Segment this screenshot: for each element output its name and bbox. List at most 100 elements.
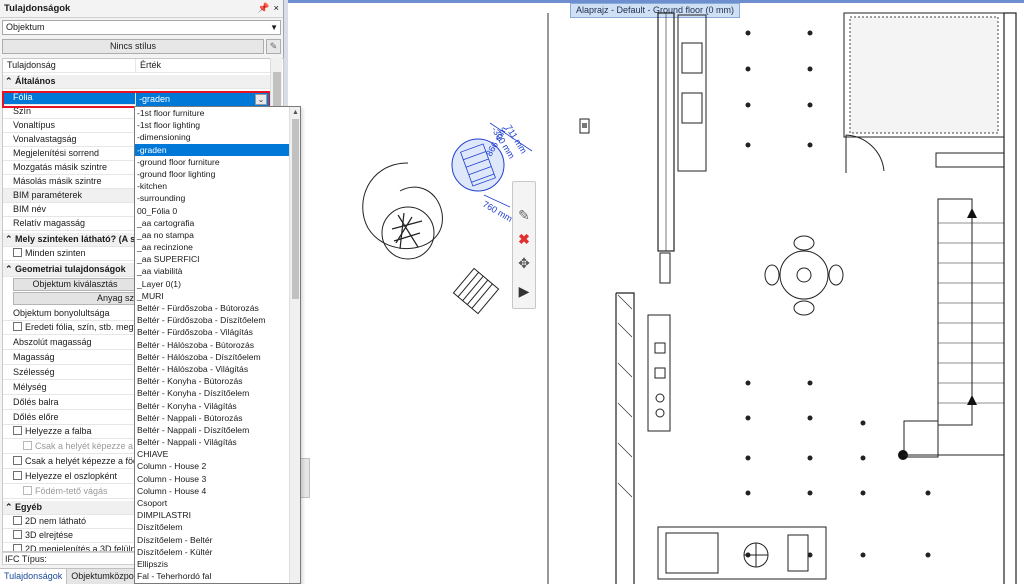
checkbox[interactable] <box>13 471 22 480</box>
move-arrows-icon[interactable]: ✥ <box>513 252 535 274</box>
dropdown-item[interactable]: CHIAVE <box>135 448 289 460</box>
dropdown-item[interactable]: -kitchen <box>135 180 289 192</box>
dropdown-item[interactable]: Column - House 4 <box>135 485 289 497</box>
delete-x-icon[interactable]: ✖ <box>513 228 535 250</box>
checkbox[interactable] <box>13 530 22 539</box>
dropdown-item[interactable]: _aa no stampa <box>135 229 289 241</box>
collapse-icon[interactable]: ⌃ <box>5 502 15 512</box>
checkbox[interactable] <box>13 322 22 331</box>
dropdown-item[interactable]: Beltér - Nappali - Bútorozás <box>135 412 289 424</box>
checkbox[interactable] <box>13 516 22 525</box>
folia-value: -graden <box>139 94 171 104</box>
layer-dropdown-list[interactable]: -1st floor furniture -1st floor lighting -… <box>134 106 301 584</box>
object-type-value: Objektum <box>6 22 45 32</box>
dropdown-item[interactable]: Díszítőelem - Kültér <box>135 546 289 558</box>
dropdown-items: -1st floor furniture -1st floor lighting -… <box>135 107 300 582</box>
material-button[interactable]: Anyag sz <box>13 292 137 305</box>
dropdown-scrollbar[interactable]: ▲ <box>289 107 300 583</box>
dropdown-item[interactable]: _MURI <box>135 290 289 302</box>
dropdown-item[interactable]: -graden <box>135 143 289 156</box>
prop-label: Magasság <box>3 351 136 364</box>
checkbox[interactable] <box>13 456 22 465</box>
pin-icon[interactable]: 📌 <box>258 3 270 14</box>
dropdown-item[interactable]: Column - House 2 <box>135 460 289 472</box>
checkbox[interactable] <box>13 426 22 435</box>
category-general[interactable]: ⌃ Általános <box>3 75 271 89</box>
object-type-select[interactable]: Objektum ▼ <box>2 20 281 35</box>
dropdown-item[interactable]: Díszítőelem - Beltér <box>135 534 289 546</box>
dropdown-item[interactable]: Beltér - Nappali - Világítás <box>135 436 289 448</box>
tab-properties[interactable]: Tulajdonságok <box>0 569 68 584</box>
checkbox[interactable] <box>23 441 32 450</box>
panel-title-bar: Tulajdonságok 📌 × <box>0 0 283 18</box>
dropdown-item[interactable]: Beltér - Konyha - Bútorozás <box>135 375 289 387</box>
dropdown-item[interactable]: -1st floor lighting <box>135 119 289 131</box>
pencil-icon[interactable]: ✎ <box>513 204 535 226</box>
prop-label: Objektum bonyolultsága <box>3 307 136 320</box>
prop-label: BIM paraméterek <box>3 189 136 202</box>
dropdown-item[interactable]: Beltér - Fürdőszoba - Díszítőelem <box>135 314 289 326</box>
close-icon[interactable]: × <box>273 3 279 14</box>
checkbox[interactable] <box>23 486 32 495</box>
edit-style-icon[interactable]: ✎ <box>266 39 281 54</box>
scroll-up-icon[interactable]: ▲ <box>292 109 299 116</box>
select-object-button[interactable]: Objektum kiválasztás <box>13 278 137 291</box>
style-button[interactable]: Nincs stílus <box>2 39 264 54</box>
collapse-icon[interactable]: ⌃ <box>5 264 15 274</box>
scrollbar-thumb[interactable] <box>292 119 299 299</box>
dropdown-item[interactable]: 00_Fólia 0 <box>135 205 289 217</box>
dropdown-item[interactable]: Beltér - Hálószoba - Bútorozás <box>135 339 289 351</box>
dropdown-item[interactable]: DIMPILASTRI <box>135 509 289 521</box>
dropdown-item[interactable]: -surrounding <box>135 192 289 204</box>
dropdown-item[interactable]: Beltér - Hálószoba - Díszítőelem <box>135 351 289 363</box>
prop-label: Szín <box>3 105 136 118</box>
dropdown-item[interactable]: Csoport <box>135 497 289 509</box>
floor-plan-viewport[interactable]: Alaprajz - Default - Ground floor (0 mm) <box>288 0 1024 584</box>
prop-label: Másolás másik szintre <box>3 175 136 188</box>
dropdown-item[interactable]: Ellipszis <box>135 558 289 570</box>
side-panel-handle[interactable] <box>300 458 310 498</box>
dropdown-item[interactable]: Beltér - Hálószoba - Világítás <box>135 363 289 375</box>
category-general-label: Általános <box>15 76 56 86</box>
dropdown-item[interactable]: Beltér - Konyha - Díszítőelem <box>135 387 289 399</box>
grid-header: Tulajdonság Érték <box>3 59 271 73</box>
dropdown-item[interactable]: -1st floor furniture <box>135 107 289 119</box>
dropdown-item[interactable]: Díszítőelem <box>135 521 289 533</box>
dropdown-item[interactable]: Beltér - Fürdőszoba - Világítás <box>135 326 289 338</box>
dropdown-item[interactable]: _aa viabilità <box>135 265 289 277</box>
dropdown-item[interactable]: Beltér - Konyha - Világítás <box>135 400 289 412</box>
tab-object-center[interactable]: Objektumközpo <box>67 569 139 584</box>
prop-label: Vonalvastagság <box>3 133 136 146</box>
dropdown-item[interactable]: _Layer 0(1) <box>135 278 289 290</box>
prop-label: Helyezze el oszlopként <box>25 471 118 481</box>
dropdown-item[interactable]: -ground floor furniture <box>135 156 289 168</box>
dropdown-item[interactable]: Fal - Teherhordó fal <box>135 570 289 582</box>
chevron-down-icon[interactable]: ⌄ <box>255 94 267 105</box>
prop-label: Fólia <box>3 91 136 104</box>
prop-label: Dőlés előre <box>3 411 136 424</box>
dropdown-item[interactable]: Beltér - Fürdőszoba - Bútorozás <box>135 302 289 314</box>
all-levels-label: Minden szinten <box>25 248 86 258</box>
folia-value-field[interactable]: -graden ⌄ <box>136 92 269 107</box>
dropdown-item[interactable]: Beltér - Nappali - Díszítőelem <box>135 424 289 436</box>
category-geometry-label: Geometriai tulajdonságok <box>15 264 126 274</box>
prop-label: Vonaltípus <box>3 119 136 132</box>
all-levels-checkbox[interactable] <box>13 248 22 257</box>
collapse-icon[interactable]: ⌃ <box>5 76 15 86</box>
play-arrow-icon[interactable]: ▶ <box>513 280 535 302</box>
dropdown-item[interactable]: Column - House 3 <box>135 473 289 485</box>
dropdown-item[interactable]: _aa recinzione <box>135 241 289 253</box>
prop-label: Megjelenítési sorrend <box>3 147 136 160</box>
prop-label: 2D nem látható <box>25 516 87 526</box>
dropdown-item[interactable]: _aa SUPERFICI <box>135 253 289 265</box>
prop-label: Szélesség <box>3 366 136 379</box>
prop-label: Eredeti fólia, szín, stb. megtartá <box>25 322 152 332</box>
floor-plan-drawing[interactable] <box>288 3 1024 584</box>
checkbox[interactable] <box>13 544 22 551</box>
dropdown-item[interactable]: -ground floor lighting <box>135 168 289 180</box>
dropdown-item[interactable]: -dimensioning <box>135 131 289 143</box>
collapse-icon[interactable]: ⌃ <box>5 234 15 244</box>
col-value-header: Érték <box>140 60 162 70</box>
prop-label: BIM név <box>3 203 136 216</box>
dropdown-item[interactable]: _aa cartografia <box>135 217 289 229</box>
